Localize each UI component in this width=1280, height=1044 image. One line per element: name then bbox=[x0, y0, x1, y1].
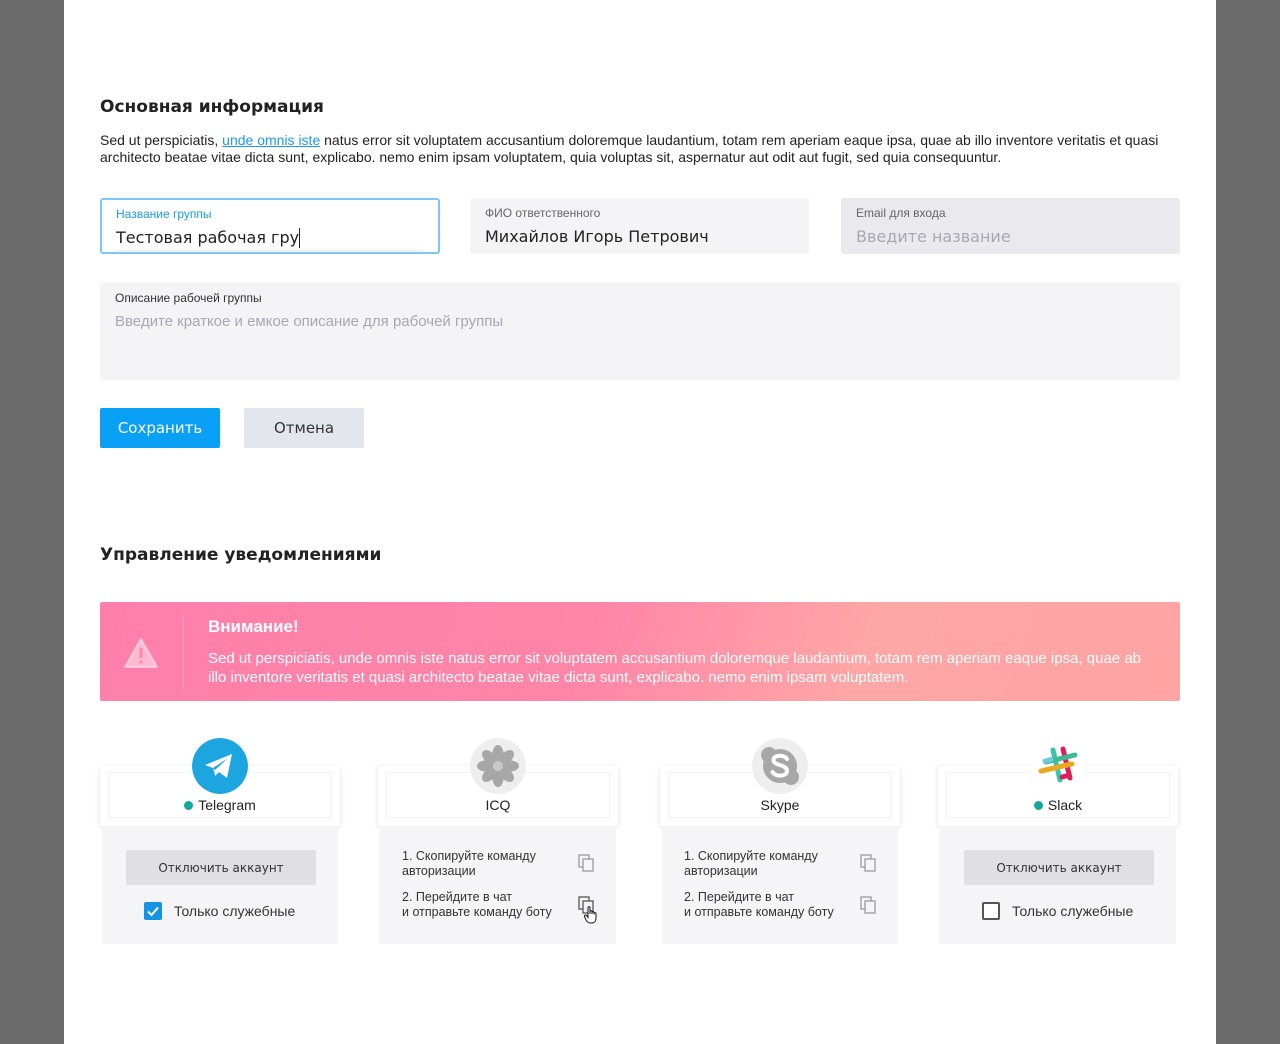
copy-icon[interactable] bbox=[578, 854, 594, 872]
card-body: Отключить аккаунт Только служебные bbox=[940, 826, 1176, 944]
section-title-notifications: Управление уведомлениями bbox=[100, 545, 382, 565]
checkbox-checked-icon[interactable] bbox=[144, 902, 162, 920]
intro-link[interactable]: unde omnis iste bbox=[222, 132, 320, 148]
auth-step-2-line-1: 2. Перейдите в чат bbox=[684, 890, 795, 904]
group-name-field[interactable]: Название группы Тестовая рабочая гру bbox=[100, 198, 440, 254]
description-field[interactable]: Описание рабочей группы Введите краткое … bbox=[100, 282, 1180, 380]
copy-icon[interactable] bbox=[860, 854, 876, 872]
only-service-label: Только служебные bbox=[174, 903, 296, 919]
connected-status-dot bbox=[1033, 801, 1043, 810]
service-name: Skype bbox=[760, 797, 800, 813]
intro-text: Sed ut perspiciatis, unde omnis iste nat… bbox=[100, 132, 1180, 166]
alert-title: Внимание! bbox=[208, 617, 299, 636]
group-name-value: Тестовая рабочая гру bbox=[116, 228, 300, 247]
service-card-slack: Slack Отключить аккаунт Только служебные bbox=[938, 738, 1178, 944]
auth-step-2-line-1: 2. Перейдите в чат bbox=[402, 890, 513, 904]
hand-cursor-icon bbox=[584, 906, 597, 924]
description-label: Описание рабочей группы bbox=[115, 291, 262, 305]
service-name: ICQ bbox=[485, 797, 511, 813]
skype-icon bbox=[752, 738, 808, 794]
copy-icon[interactable] bbox=[860, 896, 876, 914]
auth-step-2: 2. Перейдите в чат и отправьте команду бо… bbox=[684, 890, 864, 920]
auth-step-2-line-2: и отправьте команду боту bbox=[402, 905, 552, 919]
responsible-field[interactable]: ФИО ответственного Михайлов Игорь Петров… bbox=[470, 198, 809, 254]
email-field[interactable]: Email для входа Введите название bbox=[841, 198, 1180, 254]
card-body: 1. Скопируйте команду авторизации 2. Пер… bbox=[662, 826, 898, 944]
card-body: 1. Скопируйте команду авторизации 2. Пер… bbox=[380, 826, 616, 944]
auth-step-2: 2. Перейдите в чат и отправьте команду бо… bbox=[402, 890, 582, 920]
service-name: Slack bbox=[938, 797, 1178, 813]
page: Основная информация Sed ut perspiciatis,… bbox=[64, 0, 1216, 1044]
responsible-label: ФИО ответственного bbox=[485, 206, 601, 220]
disconnect-account-button[interactable]: Отключить аккаунт bbox=[964, 850, 1154, 885]
warning-alert: Внимание! Sed ut perspiciatis, unde omni… bbox=[100, 602, 1180, 701]
intro-text-start: Sed ut perspiciatis, bbox=[100, 132, 223, 148]
group-name-input[interactable]: Тестовая рабочая гру bbox=[116, 228, 422, 251]
description-input[interactable]: Введите краткое и емкое описание для раб… bbox=[115, 313, 1165, 330]
telegram-icon bbox=[192, 738, 248, 794]
slack-icon bbox=[1030, 738, 1086, 794]
email-input[interactable]: Введите название bbox=[856, 227, 1165, 247]
text-caret bbox=[299, 228, 301, 248]
group-name-label: Название группы bbox=[116, 207, 212, 221]
alert-text: Sed ut perspiciatis, unde omnis iste nat… bbox=[208, 650, 1142, 686]
checkbox-unchecked-icon[interactable] bbox=[982, 902, 1000, 920]
auth-step-2-line-2: и отправьте команду боту bbox=[684, 905, 834, 919]
service-name: Telegram bbox=[100, 797, 340, 813]
service-card-skype: Skype 1. Скопируйте команду авторизации … bbox=[660, 738, 900, 944]
service-card-telegram: Telegram Отключить аккаунт Только служеб… bbox=[100, 738, 340, 944]
card-body: Отключить аккаунт Только служебные bbox=[102, 826, 338, 944]
service-name-text: Telegram bbox=[198, 797, 256, 813]
service-name-text: Slack bbox=[1047, 797, 1083, 813]
responsible-input[interactable]: Михайлов Игорь Петрович bbox=[485, 227, 794, 247]
service-card-icq: ICQ 1. Скопируйте команду авторизации 2.… bbox=[378, 738, 618, 944]
email-label: Email для входа bbox=[856, 206, 946, 220]
icq-icon bbox=[470, 738, 526, 794]
cancel-button[interactable]: Отмена bbox=[244, 408, 364, 448]
auth-step-1: 1. Скопируйте команду авторизации bbox=[402, 849, 536, 878]
disconnect-account-button[interactable]: Отключить аккаунт bbox=[126, 850, 316, 885]
alert-icon-cell bbox=[100, 614, 184, 690]
auth-step-1: 1. Скопируйте команду авторизации bbox=[684, 849, 818, 878]
only-service-label: Только служебные bbox=[1012, 903, 1134, 919]
warning-icon bbox=[124, 638, 158, 668]
connected-status-dot bbox=[184, 801, 194, 810]
save-button[interactable]: Сохранить bbox=[100, 408, 220, 448]
section-title-main-info: Основная информация bbox=[100, 97, 324, 117]
